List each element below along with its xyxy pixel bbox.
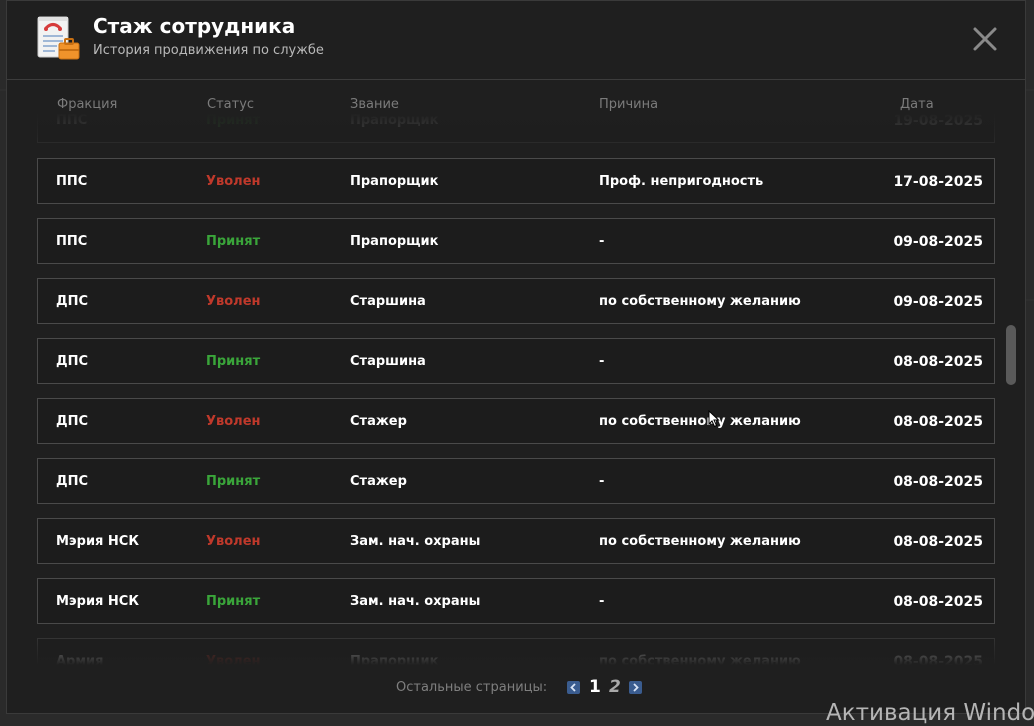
- row-rank: Прапорщик: [350, 113, 439, 128]
- table-row: ДПС Уволен Старшина по собственному жела…: [37, 278, 995, 324]
- row-status: Принят: [206, 234, 261, 249]
- row-faction: ДПС: [56, 294, 88, 309]
- row-rank: Прапорщик: [350, 174, 439, 189]
- employee-history-dialog: Стаж сотрудника История продвижения по с…: [6, 0, 1026, 714]
- mouse-cursor-icon: [708, 410, 720, 428]
- row-rank: Старшина: [350, 294, 426, 309]
- table-row: ППС Принят Прапорщик - 09-08-2025: [37, 218, 995, 264]
- row-date: 09-08-2025: [893, 234, 983, 250]
- close-icon[interactable]: [969, 23, 1001, 55]
- row-date: 08-08-2025: [893, 534, 983, 550]
- row-date: 09-08-2025: [893, 294, 983, 310]
- table-row: ДПС Уволен Стажер по собственному желани…: [37, 398, 995, 444]
- row-faction: Мэрия НСК: [56, 534, 139, 549]
- row-rank: Зам. нач. охраны: [350, 534, 481, 549]
- table-row: ДПС Принят Стажер - 08-08-2025: [37, 458, 995, 504]
- row-reason: -: [599, 234, 605, 249]
- row-faction: ППС: [56, 174, 88, 189]
- row-reason: по собственному желанию: [599, 534, 801, 549]
- row-reason: -: [599, 594, 605, 609]
- table-row: ДПС Принят Старшина - 08-08-2025: [37, 338, 995, 384]
- history-list[interactable]: ППС Принят Прапорщик 19-08-2025 ППС Увол…: [37, 113, 997, 665]
- pagination-label: Остальные страницы:: [396, 680, 548, 695]
- row-status: Принят: [206, 474, 261, 489]
- row-reason: по собственному желанию: [599, 654, 801, 665]
- windows-activation-watermark: Активация Windo: [826, 700, 1034, 726]
- chevron-right-icon[interactable]: [629, 681, 642, 694]
- row-date: 17-08-2025: [893, 174, 983, 190]
- dialog-subtitle: История продвижения по службе: [93, 43, 324, 58]
- chevron-left-icon[interactable]: [567, 681, 580, 694]
- row-faction: ППС: [56, 113, 88, 128]
- row-status: Принят: [206, 594, 261, 609]
- column-header-rank: Звание: [350, 97, 399, 112]
- row-status: Уволен: [206, 534, 261, 549]
- row-reason: -: [599, 474, 605, 489]
- row-status: Уволен: [206, 174, 261, 189]
- row-date: 08-08-2025: [893, 594, 983, 610]
- row-date: 08-08-2025: [893, 474, 983, 490]
- table-row: ППС Принят Прапорщик 19-08-2025: [37, 113, 995, 143]
- dialog-title: Стаж сотрудника: [93, 14, 296, 38]
- row-rank: Прапорщик: [350, 654, 439, 665]
- row-reason: по собственному желанию: [599, 294, 801, 309]
- table-row: Армия Уволен Прапорщик по собственному ж…: [37, 638, 995, 665]
- row-faction: ППС: [56, 234, 88, 249]
- row-rank: Старшина: [350, 354, 426, 369]
- row-rank: Зам. нач. охраны: [350, 594, 481, 609]
- row-faction: ДПС: [56, 474, 88, 489]
- row-status: Принят: [206, 354, 261, 369]
- document-briefcase-icon: [37, 16, 80, 60]
- row-reason: Проф. непригодность: [599, 174, 764, 189]
- column-header-reason: Причина: [599, 97, 659, 112]
- page-1-button[interactable]: 1: [589, 677, 601, 697]
- table-row: ППС Уволен Прапорщик Проф. непригодность…: [37, 158, 995, 204]
- row-faction: ДПС: [56, 414, 88, 429]
- scrollbar-thumb[interactable]: [1006, 325, 1016, 385]
- row-rank: Стажер: [350, 474, 407, 489]
- row-status: Принят: [206, 113, 261, 128]
- row-rank: Прапорщик: [350, 234, 439, 249]
- row-faction: ДПС: [56, 354, 88, 369]
- row-faction: Мэрия НСК: [56, 594, 139, 609]
- row-reason: -: [599, 354, 605, 369]
- table-row: Мэрия НСК Уволен Зам. нач. охраны по соб…: [37, 518, 995, 564]
- row-date: 08-08-2025: [893, 654, 983, 665]
- row-rank: Стажер: [350, 414, 407, 429]
- row-reason: по собственному желанию: [599, 414, 801, 429]
- row-date: 08-08-2025: [893, 414, 983, 430]
- column-header-faction: Фракция: [57, 97, 118, 112]
- row-date: 08-08-2025: [893, 354, 983, 370]
- row-faction: Армия: [56, 654, 104, 665]
- dialog-header: Стаж сотрудника История продвижения по с…: [7, 1, 1025, 80]
- page-2-button[interactable]: 2: [609, 677, 621, 697]
- row-status: Уволен: [206, 654, 261, 665]
- row-date: 19-08-2025: [893, 113, 983, 129]
- column-header-status: Статус: [207, 97, 255, 112]
- row-status: Уволен: [206, 294, 261, 309]
- table-row: Мэрия НСК Принят Зам. нач. охраны - 08-0…: [37, 578, 995, 624]
- column-header-date: Дата: [900, 97, 934, 112]
- row-status: Уволен: [206, 414, 261, 429]
